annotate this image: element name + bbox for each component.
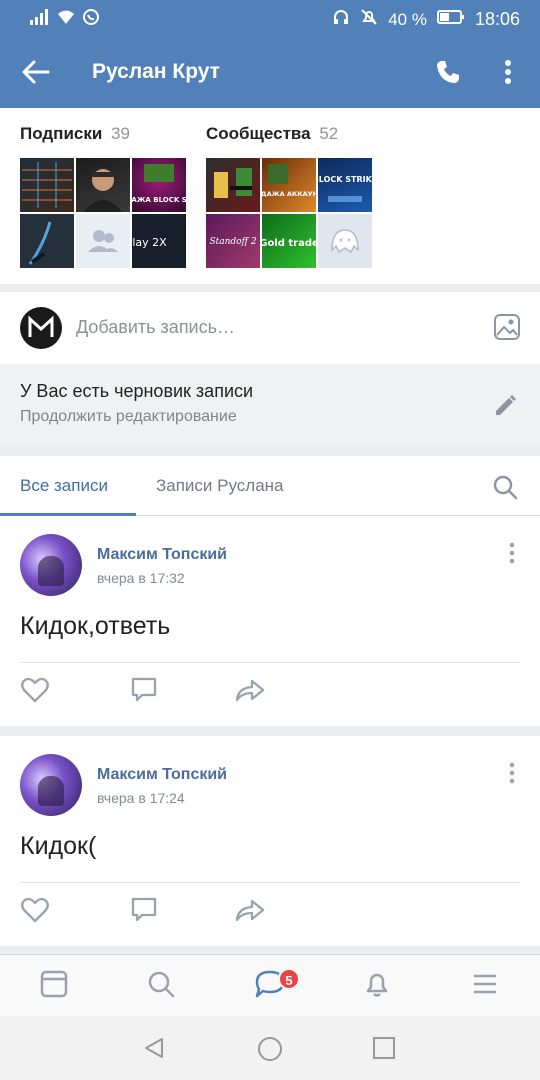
draft-title: У Вас есть черновик записи [20, 381, 254, 401]
community-tile[interactable]: Gold trade [262, 214, 316, 268]
communities-header: Сообщества 52 [206, 124, 338, 144]
tile-caption: Standoff 2 [209, 237, 256, 247]
more-vertical-icon[interactable] [498, 56, 518, 88]
subscription-tile[interactable] [76, 158, 130, 212]
community-tile[interactable] [206, 158, 260, 212]
phone-icon[interactable] [434, 58, 462, 86]
pencil-icon[interactable] [491, 392, 519, 425]
community-tile[interactable]: BLOCK STRIKE [318, 158, 372, 212]
post-date: вчера в 17:32 [97, 570, 185, 586]
tile-caption: ПРОДАЖА АККАУНТОВ [262, 190, 316, 198]
search-icon[interactable] [492, 474, 518, 505]
battery-icon [436, 9, 465, 30]
tile-caption: ПРОДАЖА BLOCK STRIKE [132, 196, 186, 204]
author-avatar[interactable] [20, 534, 82, 596]
subscriptions-label: Подписки [20, 124, 103, 143]
subscription-tile[interactable] [20, 214, 74, 268]
subscription-tile[interactable] [76, 214, 130, 268]
share-icon[interactable] [234, 676, 266, 709]
wifi-icon [56, 9, 76, 30]
subscriptions-grid: ПРОДАЖА BLOCK STRIKE play 2X [20, 158, 186, 268]
headset-icon [332, 8, 350, 31]
communities-count: 52 [319, 124, 339, 143]
communities-grid: ПРОДАЖА АККАУНТОВ BLOCK STRIKE Standoff … [206, 158, 372, 268]
avatar [20, 307, 62, 349]
messages-badge: 5 [278, 968, 300, 990]
draft-notice[interactable]: У Вас есть черновик записи Продолжить ре… [0, 364, 540, 446]
news-feed-icon[interactable] [39, 969, 69, 1004]
clock: 18:06 [474, 9, 520, 29]
comment-icon[interactable] [130, 676, 158, 709]
system-home-icon[interactable] [257, 1036, 283, 1067]
tile-caption: BLOCK STRIKE [318, 175, 372, 184]
like-icon[interactable] [20, 896, 50, 929]
composer-placeholder[interactable]: Добавить запись… [76, 317, 235, 338]
status-bar: 40 % 18:06 [0, 0, 540, 36]
communities-section[interactable]: Сообщества 52 ПРОДАЖА АККАУНТОВ BLOCK ST… [206, 124, 372, 268]
divider [20, 662, 520, 663]
post-composer[interactable]: Добавить запись… [0, 292, 540, 364]
draft-subtitle[interactable]: Продолжить редактирование [20, 408, 237, 426]
tab-own-posts[interactable]: Записи Руслана [156, 476, 284, 496]
battery-label: 40 % [388, 9, 427, 29]
subscriptions-header: Подписки 39 [20, 124, 130, 144]
system-back-icon[interactable] [142, 1036, 166, 1065]
system-recents-icon[interactable] [372, 1036, 396, 1065]
comment-icon[interactable] [130, 896, 158, 929]
wall-tabs: Все записи Записи Руслана [0, 456, 540, 516]
community-tile[interactable]: ПРОДАЖА АККАУНТОВ [262, 158, 316, 212]
page-title: Руслан Крут [92, 60, 220, 83]
signal-icon [30, 9, 50, 30]
divider [20, 882, 520, 883]
post-author[interactable]: Максим Топский [97, 546, 227, 564]
community-tile[interactable]: Standoff 2 [206, 214, 260, 268]
post-actions [20, 896, 280, 936]
system-navigation [0, 1016, 540, 1080]
like-icon[interactable] [20, 676, 50, 709]
post-text: Кидок( [20, 832, 97, 860]
svg-text:×: × [338, 237, 343, 244]
wall-post: Максим Топский вчера в 17:32 Кидок,ответ… [0, 516, 540, 726]
author-avatar[interactable] [20, 754, 82, 816]
tab-all-posts[interactable]: Все записи [20, 476, 108, 496]
share-icon[interactable] [234, 896, 266, 929]
post-actions [20, 676, 280, 716]
community-tile[interactable]: × × [318, 214, 372, 268]
bottom-navigation: 5 [0, 954, 540, 1016]
post-text: Кидок,ответь [20, 612, 171, 640]
post-date: вчера в 17:24 [97, 790, 185, 806]
app-bar: Руслан Крут [0, 36, 540, 108]
bell-off-icon [360, 8, 378, 31]
search-icon[interactable] [146, 969, 176, 1004]
subscription-tile[interactable]: ПРОДАЖА BLOCK STRIKE [132, 158, 186, 212]
post-menu-icon[interactable] [506, 542, 518, 569]
subscriptions-panel: Подписки 39 ПРОДАЖА BLOCK STRIKE play 2X [0, 108, 540, 284]
subscription-tile[interactable] [20, 158, 74, 212]
svg-text:×: × [346, 237, 351, 244]
notifications-icon[interactable] [362, 969, 392, 1004]
subscriptions-count: 39 [111, 124, 130, 143]
post-author[interactable]: Максим Топский [97, 766, 227, 784]
viber-icon [82, 8, 100, 31]
back-arrow-icon[interactable] [20, 58, 52, 86]
wall-post: Максим Топский вчера в 17:24 Кидок( [0, 736, 540, 946]
subscription-tile[interactable]: play 2X [132, 214, 186, 268]
post-menu-icon[interactable] [506, 762, 518, 789]
tile-caption: play 2X [132, 236, 167, 249]
menu-icon[interactable] [470, 969, 500, 1004]
photo-icon[interactable] [493, 313, 521, 346]
communities-label: Сообщества [206, 124, 311, 143]
tile-caption: Gold trade [262, 238, 316, 249]
subscriptions-section[interactable]: Подписки 39 ПРОДАЖА BLOCK STRIKE play 2X [20, 124, 186, 268]
